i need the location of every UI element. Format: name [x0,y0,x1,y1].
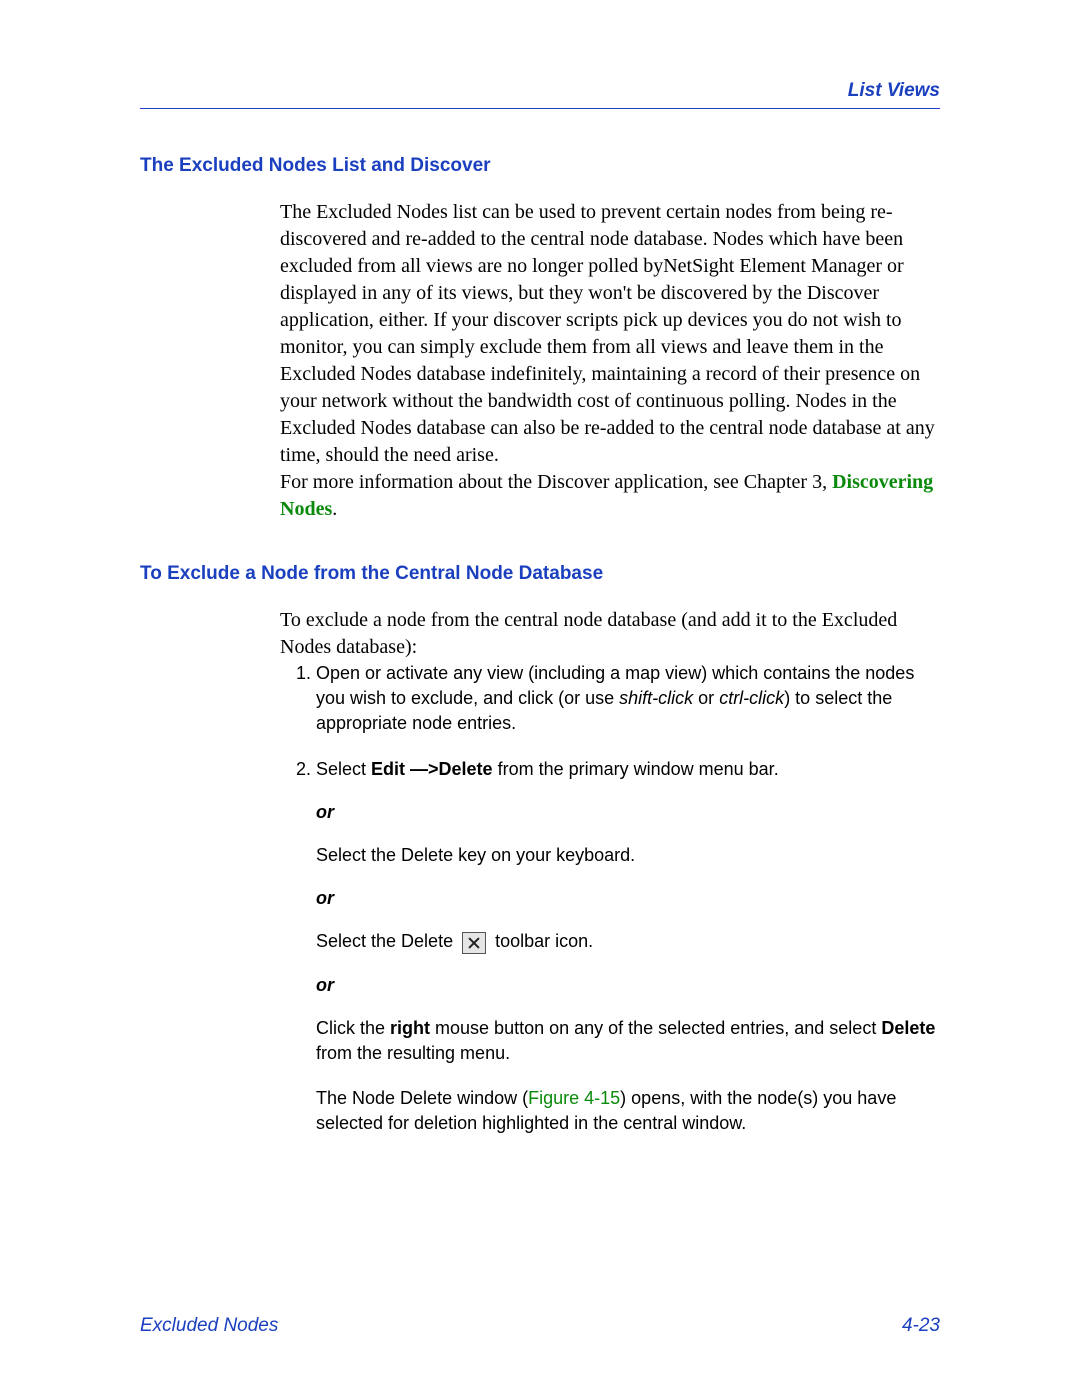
body-text: The Excluded Nodes list can be used to p… [280,199,940,469]
text-run: toolbar icon. [490,931,593,951]
step-item: Open or activate any view (including a m… [316,661,940,737]
section-heading-2: To Exclude a Node from the Central Node … [140,563,940,585]
header-section-title: List Views [140,80,940,102]
or-separator: or [316,800,940,825]
ordered-steps: Open or activate any view (including a m… [280,661,940,1136]
text-run: Click the [316,1018,390,1038]
strong: Edit —>Delete [371,759,493,779]
section-heading-1: The Excluded Nodes List and Discover [140,155,940,177]
strong: Delete [881,1018,935,1038]
text-run: Select the Delete [316,931,458,951]
body-text: To exclude a node from the central node … [280,607,940,661]
header-rule [140,108,940,109]
result-text: The Node Delete window (Figure 4-15) ope… [316,1086,940,1136]
text-run: The Node Delete window ( [316,1088,528,1108]
text-run: Select [316,759,371,779]
text-run: For more information about the Discover … [280,471,832,493]
alt-instruction: Click the right mouse button on any of t… [316,1016,940,1066]
delete-toolbar-icon [462,932,486,954]
body-text: For more information about the Discover … [280,469,940,523]
emphasis: ctrl-click [719,688,784,708]
or-separator: or [316,973,940,998]
text-run: mouse button on any of the selected entr… [430,1018,881,1038]
text-run: or [693,688,719,708]
emphasis: shift-click [619,688,693,708]
page-number: 4-23 [902,1315,940,1337]
text-run: from the primary window menu bar. [493,759,779,779]
alt-instruction: Select the Delete key on your keyboard. [316,843,940,868]
strong: right [390,1018,430,1038]
text-run: . [332,498,337,520]
or-separator: or [316,886,940,911]
footer-left: Excluded Nodes [140,1315,278,1337]
alt-instruction: Select the Delete toolbar icon. [316,929,940,954]
text-run: from the resulting menu. [316,1043,510,1063]
step-item: Select Edit —>Delete from the primary wi… [316,757,940,1137]
figure-ref-link[interactable]: Figure 4-15 [528,1088,620,1108]
